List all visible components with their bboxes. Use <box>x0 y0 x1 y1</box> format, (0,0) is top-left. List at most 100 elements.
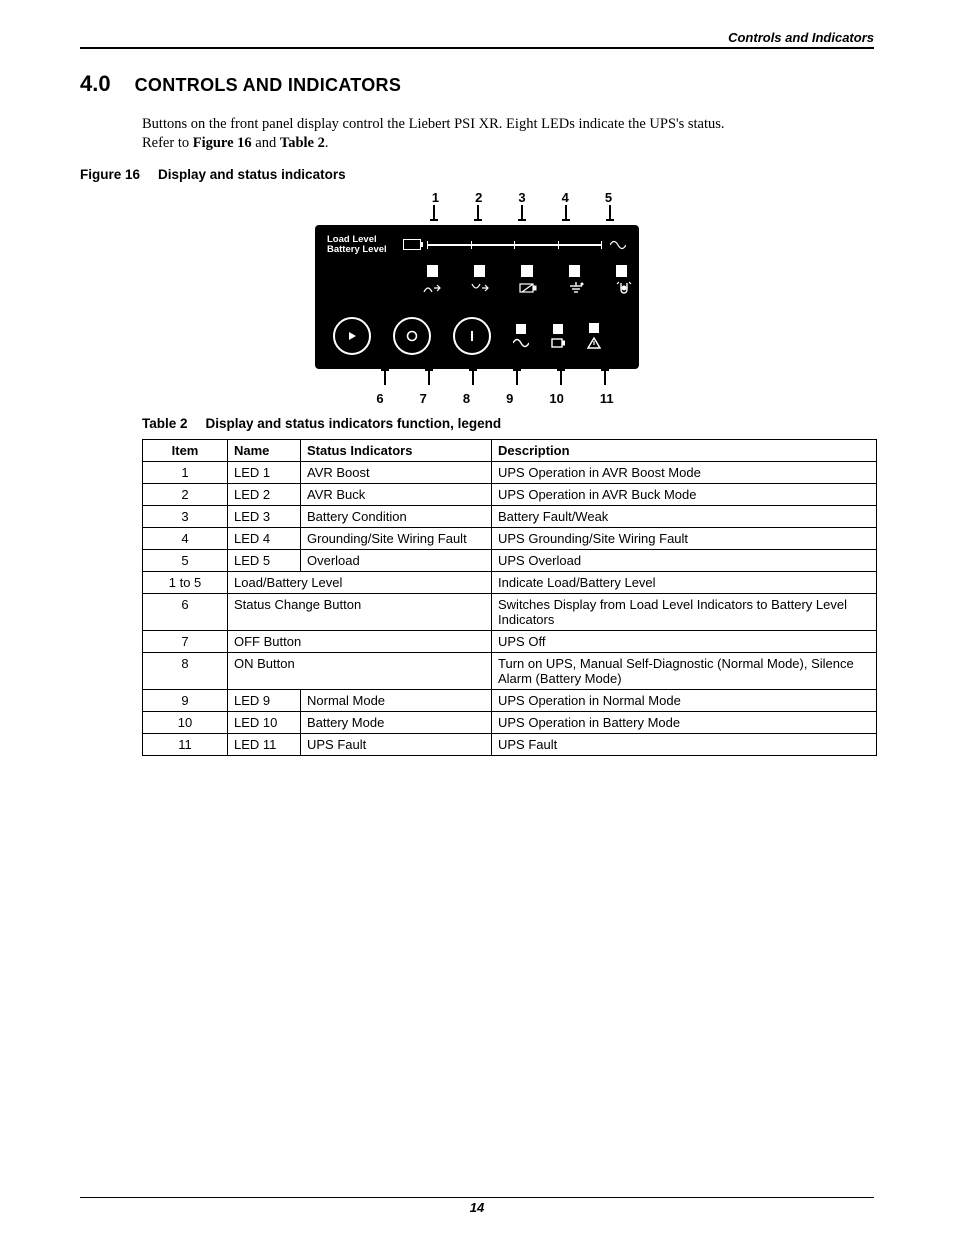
led-2 <box>474 265 485 277</box>
callout-5: 5 <box>605 190 612 205</box>
cell-status: AVR Boost <box>301 461 492 483</box>
cell-name: LED 2 <box>228 483 301 505</box>
cell-desc: UPS Overload <box>492 549 877 571</box>
cell-item: 7 <box>143 630 228 652</box>
table-title: Display and status indicators function, … <box>206 416 502 431</box>
cell-item: 1 <box>143 461 228 483</box>
callout-1: 1 <box>432 190 439 205</box>
callout-3: 3 <box>518 190 525 205</box>
figure-ref: Figure 16 <box>193 135 252 151</box>
cell-status: Battery Mode <box>301 711 492 733</box>
table-row: 1LED 1AVR BoostUPS Operation in AVR Boos… <box>143 461 877 483</box>
th-status: Status Indicators <box>301 439 492 461</box>
table-row: 9LED 9Normal ModeUPS Operation in Normal… <box>143 689 877 711</box>
cell-name: LED 1 <box>228 461 301 483</box>
led-5 <box>616 265 627 277</box>
cell-desc: UPS Operation in Normal Mode <box>492 689 877 711</box>
figure-label: Figure 16 <box>80 167 140 182</box>
cell-item: 8 <box>143 652 228 689</box>
cell-status: Normal Mode <box>301 689 492 711</box>
intro-line2a: Refer to <box>142 135 193 151</box>
top-callouts: 1 2 3 4 5 <box>170 190 874 205</box>
cell-desc: UPS Off <box>492 630 877 652</box>
callout-11: 11 <box>600 391 614 406</box>
cell-desc: Turn on UPS, Manual Self-Diagnostic (Nor… <box>492 652 877 689</box>
cell-item: 4 <box>143 527 228 549</box>
cell-item: 9 <box>143 689 228 711</box>
cell-name: LED 9 <box>228 689 301 711</box>
level-labels: Load Level Battery Level <box>327 235 401 255</box>
battery-condition-icon <box>519 281 537 295</box>
intro-line2b: and <box>252 135 280 151</box>
ups-front-panel: Load Level Battery Level <box>315 225 639 369</box>
table-row: 7OFF ButtonUPS Off <box>143 630 877 652</box>
cell-status: Grounding/Site Wiring Fault <box>301 527 492 549</box>
figure-title: Display and status indicators <box>158 167 346 182</box>
table-header-row: Item Name Status Indicators Description <box>143 439 877 461</box>
callout-9: 9 <box>506 391 513 406</box>
top-ticks <box>170 205 874 223</box>
cell-desc: Switches Display from Load Level Indicat… <box>492 593 877 630</box>
cell-status: AVR Buck <box>301 483 492 505</box>
battery-icon <box>403 239 421 250</box>
bottom-ticks <box>116 371 874 389</box>
cell-desc: UPS Operation in AVR Buck Mode <box>492 483 877 505</box>
cell-name-status-merged: OFF Button <box>228 630 492 652</box>
section-heading: 4.0 CONTROLS AND INDICATORS <box>80 71 874 97</box>
cell-item: 1 to 5 <box>143 571 228 593</box>
callout-7: 7 <box>420 391 427 406</box>
cell-name: LED 11 <box>228 733 301 755</box>
th-desc: Description <box>492 439 877 461</box>
table-caption: Table 2Display and status indicators fun… <box>142 416 874 431</box>
led-3 <box>521 265 532 277</box>
cell-name: LED 4 <box>228 527 301 549</box>
led-9-group <box>513 324 529 348</box>
cell-item: 5 <box>143 549 228 571</box>
cell-item: 2 <box>143 483 228 505</box>
top-led-row <box>427 265 627 277</box>
avr-buck-icon <box>471 281 489 295</box>
cell-item: 10 <box>143 711 228 733</box>
callout-10: 10 <box>549 391 563 406</box>
table-row: 10LED 10Battery ModeUPS Operation in Bat… <box>143 711 877 733</box>
on-button <box>453 317 491 355</box>
cell-name-status-merged: ON Button <box>228 652 492 689</box>
button-row <box>333 317 627 355</box>
status-change-button <box>333 317 371 355</box>
callout-2: 2 <box>475 190 482 205</box>
level-ruler <box>427 244 601 246</box>
cell-desc: UPS Operation in Battery Mode <box>492 711 877 733</box>
table-row: 2LED 2AVR BuckUPS Operation in AVR Buck … <box>143 483 877 505</box>
cell-desc: Battery Fault/Weak <box>492 505 877 527</box>
table-row: 11LED 11UPS FaultUPS Fault <box>143 733 877 755</box>
callout-8: 8 <box>463 391 470 406</box>
table-2: Item Name Status Indicators Description … <box>142 439 877 756</box>
avr-boost-icon <box>423 281 441 295</box>
figure-16: 1 2 3 4 5 Load Level Battery Level <box>80 190 874 406</box>
cell-name: LED 5 <box>228 549 301 571</box>
battery-mode-icon <box>551 338 565 348</box>
cell-name: LED 3 <box>228 505 301 527</box>
intro-line2c: . <box>325 135 329 151</box>
led-11 <box>589 323 599 333</box>
led-10-group <box>551 324 565 348</box>
cell-name: LED 10 <box>228 711 301 733</box>
fault-icon <box>587 337 601 349</box>
overload-icon <box>615 281 633 295</box>
cell-desc: Indicate Load/Battery Level <box>492 571 877 593</box>
page-footer: 14 <box>80 1197 874 1215</box>
led-4 <box>569 265 580 277</box>
cell-status: UPS Fault <box>301 733 492 755</box>
figure-caption: Figure 16 Display and status indicators <box>80 167 874 182</box>
cell-status: Overload <box>301 549 492 571</box>
table-row: 3LED 3Battery ConditionBattery Fault/Wea… <box>143 505 877 527</box>
led-9 <box>516 324 526 334</box>
off-button <box>393 317 431 355</box>
led-10 <box>553 324 563 334</box>
cell-desc: UPS Operation in AVR Boost Mode <box>492 461 877 483</box>
cell-desc: UPS Grounding/Site Wiring Fault <box>492 527 877 549</box>
led-11-group <box>587 323 601 349</box>
table-row: 6Status Change ButtonSwitches Display fr… <box>143 593 877 630</box>
cell-name-status-merged: Load/Battery Level <box>228 571 492 593</box>
cell-item: 11 <box>143 733 228 755</box>
